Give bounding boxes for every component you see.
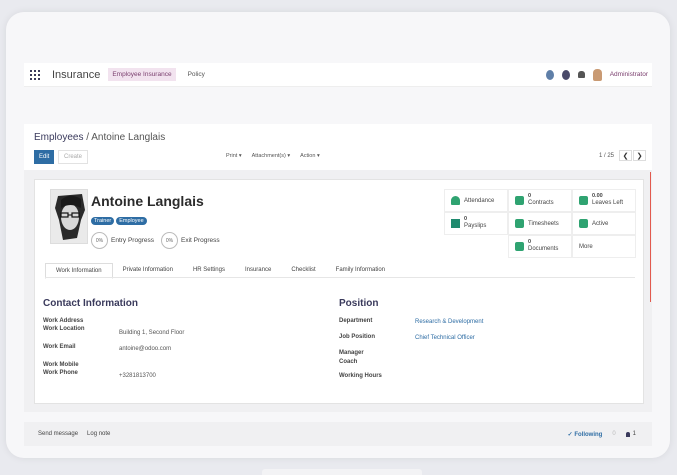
bottom-tab (262, 469, 422, 475)
followers-button[interactable]: 1 (625, 431, 636, 437)
calendar-icon (515, 219, 524, 228)
user-name[interactable]: Administrator (610, 71, 648, 78)
progress-row: 0% Entry Progress 0% Exit Progress (91, 232, 224, 249)
top-navbar: Insurance Employee Insurance Policy Admi… (24, 63, 652, 87)
position-section-title: Position (339, 298, 379, 309)
attachments-dropdown[interactable]: Attachment(s) ▾ (250, 152, 293, 160)
log-note-button[interactable]: Log note (87, 431, 110, 437)
work-address-label: Work Address (43, 318, 84, 324)
breadcrumb-employees[interactable]: Employees (34, 132, 83, 143)
entry-progress-circle: 0% (91, 232, 108, 249)
working-hours-label: Working Hours (339, 373, 382, 379)
coach-label: Coach (339, 359, 358, 365)
breadcrumb: Employees / Antoine Langlais (34, 132, 165, 143)
employee-tags: Trainer Employee (91, 217, 147, 225)
timesheets-button[interactable]: Timesheets (508, 212, 572, 235)
leaves-button[interactable]: 0.00 Leaves Left (572, 189, 636, 212)
entry-progress-label: Entry Progress (111, 237, 154, 244)
active-toggle-button[interactable]: Active (572, 212, 636, 235)
red-divider (650, 172, 651, 302)
menu-employee-insurance[interactable]: Employee Insurance (108, 68, 176, 81)
money-icon (451, 219, 460, 228)
edit-button[interactable]: Edit (34, 150, 55, 164)
exit-progress-circle: 0% (161, 232, 178, 249)
job-position-label: Job Position (339, 334, 375, 340)
documents-label: Documents (528, 246, 559, 253)
employee-form-sheet: Antoine Langlais Trainer Employee 0% Ent… (34, 179, 644, 404)
department-label: Department (339, 318, 373, 324)
active-label: Active (592, 220, 609, 227)
menu-policy[interactable]: Policy (184, 68, 209, 81)
calendar-icon (579, 196, 588, 205)
followers-count: 1 (632, 431, 636, 437)
pager-next-button[interactable]: ❯ (633, 150, 646, 161)
work-email-label: Work Email (43, 344, 76, 350)
tag-trainer[interactable]: Trainer (91, 217, 115, 225)
action-menus: Print ▾ Attachment(s) ▾ Action ▾ (224, 152, 322, 160)
breadcrumb-separator: / (86, 132, 90, 143)
pager-value[interactable]: 1 / 25 (599, 153, 614, 159)
employee-name: Antoine Langlais (91, 193, 204, 209)
work-mobile-label: Work Mobile (43, 362, 79, 368)
following-count: 0 (612, 431, 616, 437)
work-email-value[interactable]: antoine@odoo.com (119, 346, 171, 352)
control-panel: Employees / Antoine Langlais Edit Create… (24, 124, 652, 170)
more-label: More (579, 243, 593, 250)
contracts-button[interactable]: 0 Contracts (508, 189, 572, 212)
app-name[interactable]: Insurance (52, 69, 100, 81)
create-button[interactable]: Create (58, 150, 89, 164)
leaves-label: Leaves Left (592, 200, 624, 207)
work-location-label: Work Location (43, 326, 85, 332)
chat-icon[interactable] (561, 69, 570, 80)
payslips-button[interactable]: 0 Payslips (444, 212, 508, 235)
activity-icon[interactable] (545, 69, 554, 80)
book-icon (515, 196, 524, 205)
apps-menu-icon[interactable] (30, 69, 40, 80)
user-avatar[interactable] (592, 68, 602, 81)
pager-previous-button[interactable]: ❮ (619, 150, 632, 161)
employee-photo[interactable] (50, 189, 88, 244)
documents-button[interactable]: 0 Documents (508, 235, 572, 258)
smart-empty-cell (444, 235, 508, 258)
payslips-label: Payslips (464, 223, 487, 230)
more-button[interactable]: More (572, 235, 636, 258)
exit-progress-label: Exit Progress (181, 237, 220, 244)
toggle-icon (579, 219, 588, 228)
breadcrumb-current: Antoine Langlais (91, 132, 166, 143)
attendance-label: Attendance (464, 197, 495, 204)
send-message-button[interactable]: Send message (38, 431, 78, 437)
timesheets-label: Timesheets (528, 220, 559, 227)
work-phone-label: Work Phone (43, 370, 78, 376)
manager-label: Manager (339, 350, 364, 356)
smart-buttons: Attendance 0 Contracts 0.00 Leaves Left 0P… (444, 189, 636, 259)
tag-employee[interactable]: Employee (116, 217, 147, 225)
action-dropdown[interactable]: Action ▾ (298, 152, 322, 160)
work-phone-value[interactable]: +3281813700 (119, 373, 156, 379)
job-position-value[interactable]: Chief Technical Officer (415, 335, 475, 341)
attendance-button[interactable]: Attendance (444, 189, 508, 212)
contact-section-title: Contact Information (43, 298, 138, 309)
person-icon (625, 431, 630, 437)
systray: Administrator (545, 68, 652, 81)
tabs-divider (45, 277, 635, 278)
bell-icon[interactable] (577, 71, 585, 78)
person-icon (451, 196, 460, 205)
work-location-value[interactable]: Building 1, Second Floor (119, 330, 184, 336)
print-dropdown[interactable]: Print ▾ (224, 152, 244, 160)
contracts-label: Contracts (528, 200, 554, 207)
list-icon (515, 242, 524, 251)
chatter-bar: Send message Log note ✓ Following 0 1 (24, 422, 652, 446)
department-value[interactable]: Research & Development (415, 319, 483, 325)
chatter-right: ✓ Following 0 1 (568, 431, 652, 438)
following-button[interactable]: ✓ Following (568, 431, 603, 438)
